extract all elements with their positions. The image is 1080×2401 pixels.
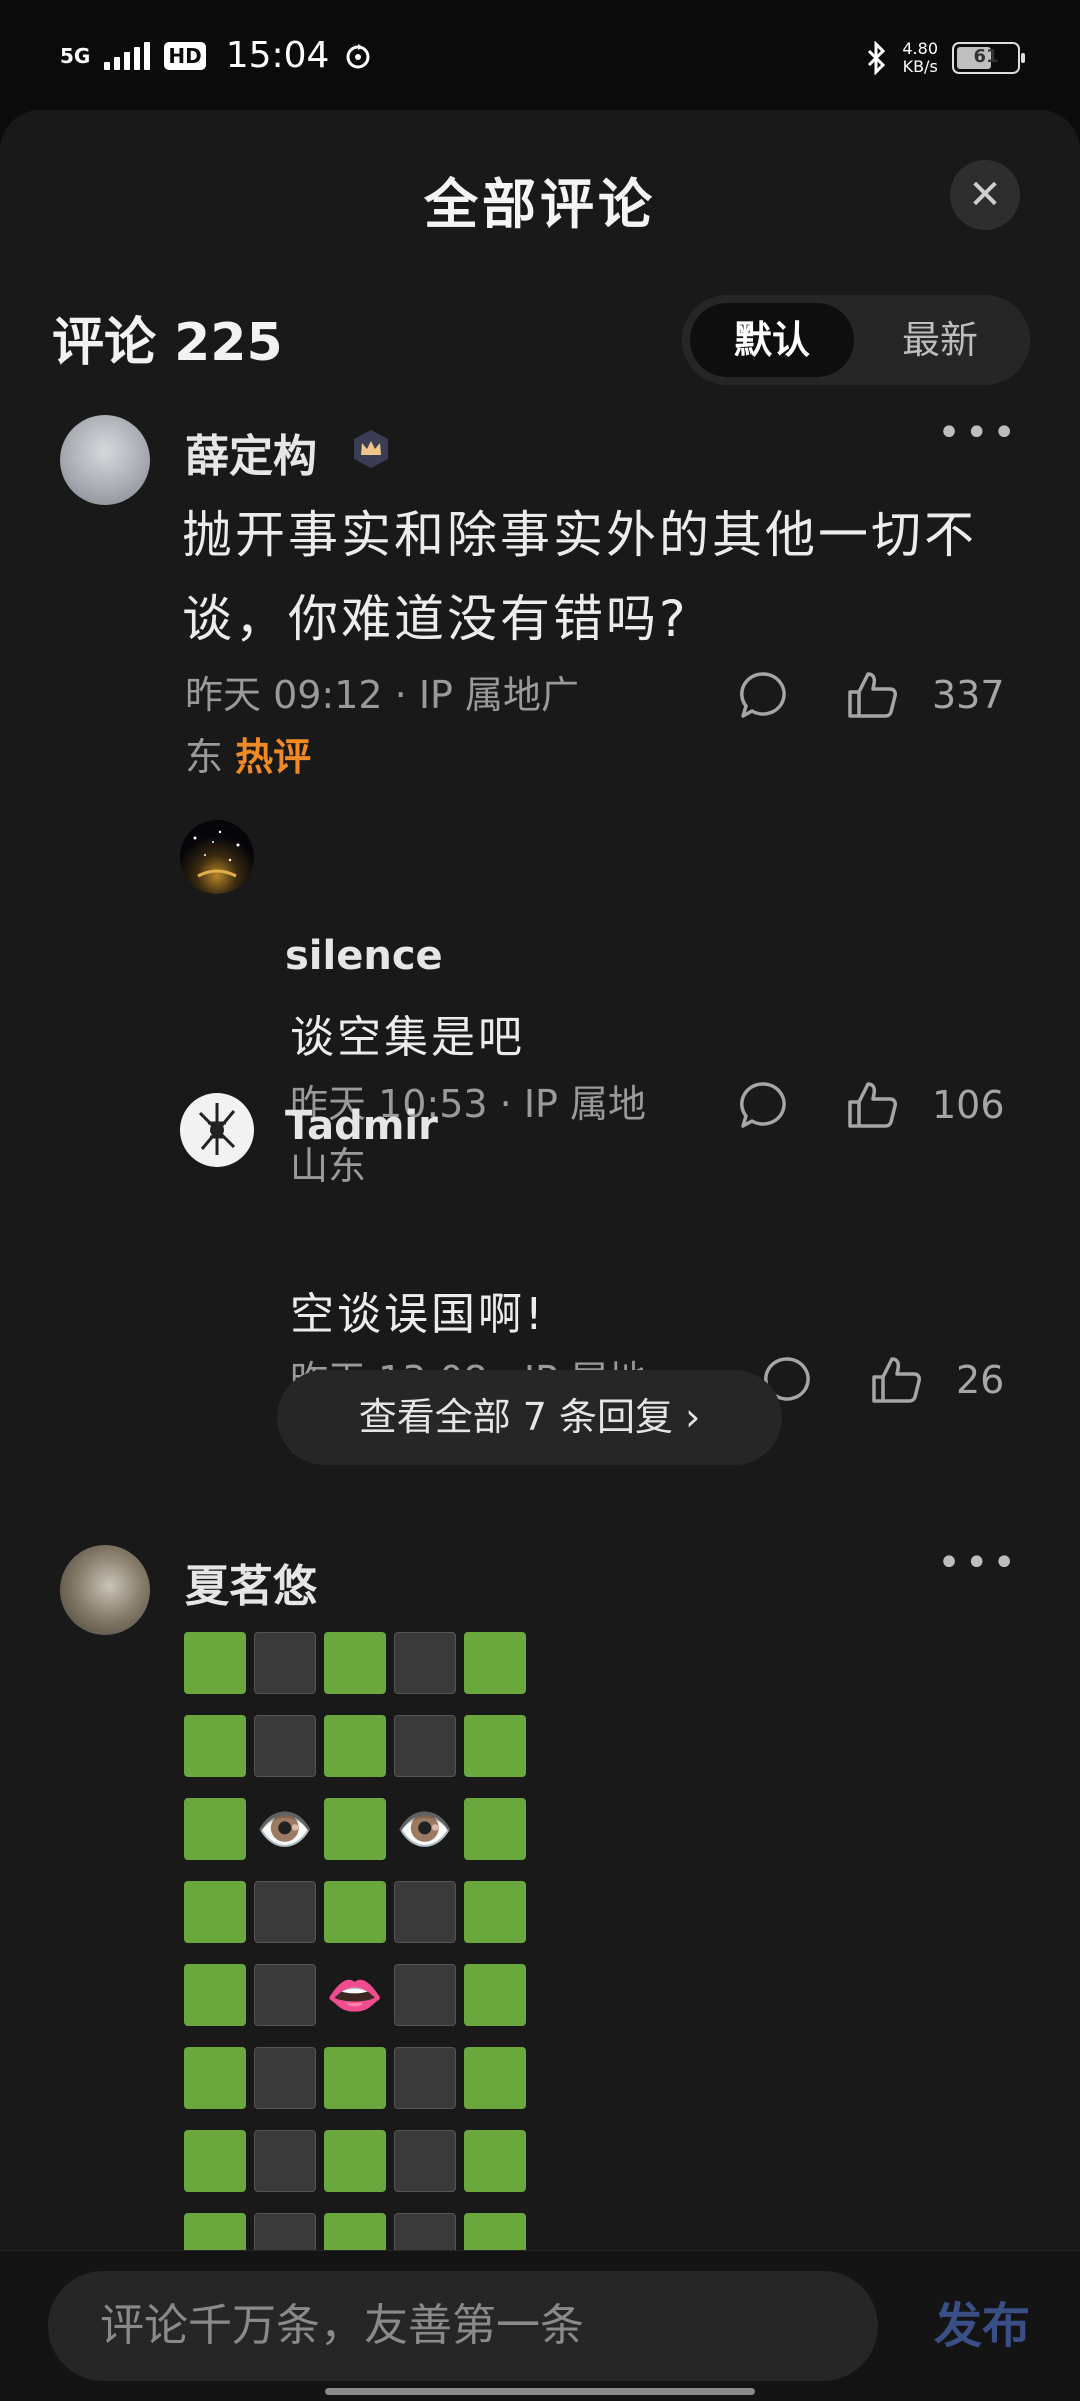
like-count: 26 [956,1358,1005,1402]
like-count: 106 [932,1083,1005,1127]
sync-icon [346,43,370,68]
dark-square [254,1715,316,1777]
sort-newest-tab[interactable]: 最新 [858,303,1022,377]
green-square [324,1715,386,1777]
green-square [324,2130,386,2192]
dark-square [254,1881,316,1943]
sheet-title: 全部评论 [424,173,656,236]
view-all-replies-button[interactable]: 查看全部 7 条回复 › [277,1370,782,1465]
battery-icon: 61 [952,42,1025,74]
reply-icon[interactable] [738,1080,788,1130]
green-square [184,1715,246,1777]
green-square [464,1964,526,2026]
home-indicator[interactable] [325,2388,755,2395]
crown-badge-icon [354,430,388,468]
network-speed: 4.80 KB/s [902,39,938,76]
more-options-button[interactable]: ••• [937,1540,1020,1586]
comment-username[interactable]: 夏茗悠 [185,1550,317,1614]
reply-actions: 26 [762,1355,1004,1405]
avatar[interactable] [60,415,150,505]
avatar[interactable] [60,1545,150,1635]
dark-square [394,1881,456,1943]
green-square [184,1881,246,1943]
comments-sheet: 全部评论 ✕ 评论 225 默认 最新 薛定构 ••• 抛开事实和除事实外的其他… [0,110,1080,2400]
dark-square [254,1632,316,1694]
green-square [184,1632,246,1694]
comment-input[interactable]: 评论千万条，友善第一条 [48,2271,878,2381]
comment-count: 评论 225 [52,313,283,373]
green-square [324,2047,386,2109]
reply-icon[interactable] [738,670,788,720]
reply-username[interactable]: Tadmir [285,1103,438,1149]
bluetooth-icon [868,41,886,75]
robot-sketch-icon [198,1103,236,1155]
publish-button[interactable]: 发布 [934,2271,1030,2381]
green-square [324,1798,386,1860]
green-square [324,1881,386,1943]
reply-avatar[interactable] [180,820,254,894]
like-icon[interactable] [870,1355,922,1405]
green-square [464,1632,526,1694]
green-square [464,1715,526,1777]
dark-square [254,2130,316,2192]
signal-icon [104,41,151,70]
battery-text: 61 [973,46,999,67]
reply-username[interactable]: silence [285,933,443,979]
dark-square [254,2047,316,2109]
comment-username[interactable]: 薛定构 [185,420,317,484]
reply-text: 谈空集是吧 [290,1012,525,1063]
reply-avatar[interactable] [180,1093,254,1167]
clock: 15:04 [225,35,330,76]
comment-meta: 昨天 09:12 · IP 属地广 东 热评 [185,673,580,779]
comment-input-bar: 评论千万条，友善第一条 发布 [0,2250,1080,2401]
green-square [324,1632,386,1694]
status-bar: 5G HD 15:04 4.80 KB/s 61 [0,0,1080,110]
like-icon[interactable] [846,1080,898,1130]
green-square [184,1798,246,1860]
green-square [464,2047,526,2109]
dark-square [394,1715,456,1777]
more-options-button[interactable]: ••• [937,410,1020,456]
like-icon[interactable] [846,670,898,720]
dark-square [394,1964,456,2026]
hot-label: 热评 [235,735,312,779]
reply-actions: 106 [738,1080,1005,1130]
reply-text: 空谈误国啊! [290,1289,546,1340]
green-square [184,1964,246,2026]
star-field-icon [193,830,240,878]
dark-square [394,2047,456,2109]
network-type: 5G [60,43,91,68]
eye-emoji-icon: 👁️ [396,1801,454,1856]
sort-default-tab[interactable]: 默认 [690,303,854,377]
comment-actions: 337 [738,670,1005,720]
comment-text: 抛开事实和除事实外的其他一切不 谈，你难道没有错吗? [182,506,977,648]
eye-emoji-icon: 👁️ [256,1801,314,1856]
mouth-emoji-icon: 👄 [326,1967,384,2022]
green-square [464,1881,526,1943]
green-square [464,2130,526,2192]
dark-square [394,2130,456,2192]
like-count: 337 [932,673,1005,717]
dark-square [394,1632,456,1694]
close-button[interactable]: ✕ [950,160,1020,230]
sort-toggle: 默认 最新 [682,295,1030,385]
green-square [464,1798,526,1860]
dark-square [254,1964,316,2026]
green-square [184,2130,246,2192]
green-square [184,2047,246,2109]
hd-icon: HD [164,41,206,70]
